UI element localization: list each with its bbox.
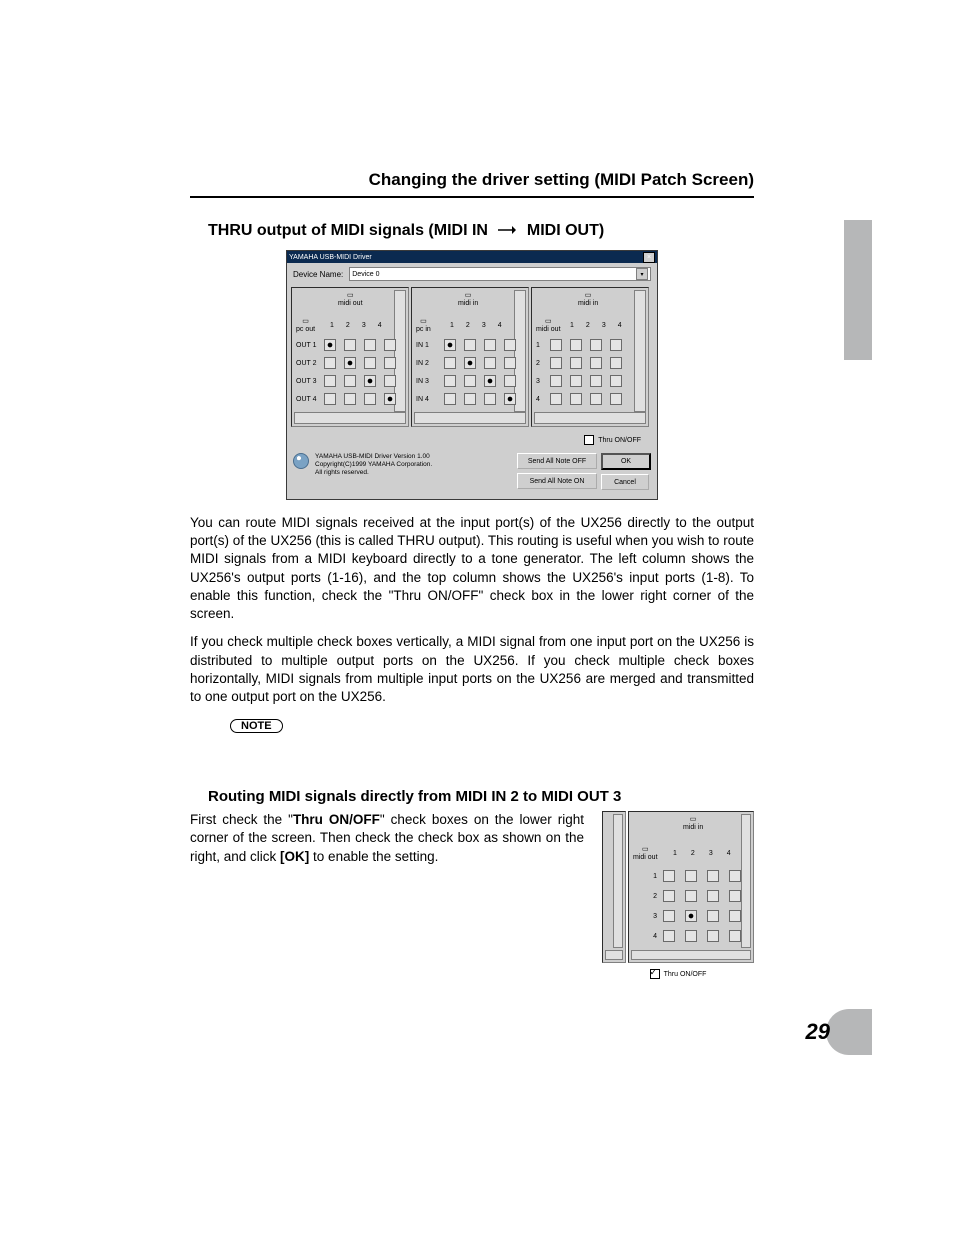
routing-cell[interactable] (729, 890, 741, 902)
pc-in-label: ▭pc in (416, 318, 431, 333)
routing-cell[interactable] (729, 870, 741, 882)
section1-para1: You can route MIDI signals received at t… (190, 514, 754, 623)
scrollbar-horizontal[interactable] (414, 412, 526, 424)
device-name-label: Device Name: (293, 270, 343, 279)
midi-in-label: ▭midi in (578, 292, 598, 307)
midi-out-label: ▭midi out (633, 846, 658, 861)
page-number: 29 (806, 1019, 830, 1045)
thru-checkbox[interactable] (584, 435, 594, 445)
routing-cell[interactable] (729, 930, 741, 942)
routing-cell[interactable] (707, 890, 719, 902)
scrollbar-horizontal[interactable] (631, 950, 751, 960)
dialog-titlebar: YAMAHA USB-MIDI Driver × (287, 251, 657, 263)
scrollbar-vertical[interactable] (741, 814, 751, 948)
mini-thru-checkbox-row[interactable]: Thru ON/OFF (602, 969, 754, 979)
routing-cell[interactable] (685, 910, 697, 922)
routing-cell[interactable] (663, 870, 675, 882)
routing-cell[interactable] (707, 870, 719, 882)
chevron-down-icon[interactable]: ▾ (636, 268, 648, 280)
side-tab (844, 220, 872, 360)
device-name-combo[interactable]: Device 0 ▾ (349, 267, 651, 281)
scrollbar-horizontal[interactable] (294, 412, 406, 424)
ok-button[interactable]: OK (601, 453, 651, 470)
midi-in-label: ▭midi in (458, 292, 478, 307)
thru-checkbox-row[interactable]: Thru ON/OFF (293, 435, 651, 445)
header-rule (190, 196, 754, 198)
close-icon[interactable]: × (643, 252, 655, 263)
version-info: YAMAHA USB-MIDI Driver Version 1.00 Copy… (293, 453, 432, 476)
scrollbar-horizontal[interactable] (605, 950, 623, 960)
section2-subhead: Routing MIDI signals directly from MIDI … (208, 788, 754, 805)
panel-pcin-midiin: ▭midi in ▭pc in 1234 IN 1 IN 2 IN 3 IN 4 (411, 287, 529, 427)
scrollbar-horizontal[interactable] (534, 412, 646, 424)
dialog-title: YAMAHA USB-MIDI Driver (289, 254, 372, 261)
routing-cell[interactable] (729, 910, 741, 922)
arrow-icon (498, 222, 516, 240)
section2-text: First check the "Thru ON/OFF" check boxe… (190, 811, 584, 866)
page-number-tab: 29 (806, 1009, 872, 1055)
header-title: Changing the driver setting (MIDI Patch … (190, 170, 754, 190)
note-badge: NOTE (230, 719, 283, 733)
scrollbar-vertical[interactable] (613, 814, 623, 948)
routing-cell[interactable] (663, 910, 675, 922)
panel-pcout-midiout: ▭midi out ▭pc out 1 2 3 4 OUT 1 OUT 2 OU… (291, 287, 409, 427)
routing-cell[interactable] (685, 890, 697, 902)
cancel-button[interactable]: Cancel (601, 474, 649, 490)
globe-icon (293, 453, 309, 469)
midi-out-label: ▭midi out (536, 318, 561, 333)
panel-thru: ▭midi in ▭midi out 1234 1 2 3 4 (531, 287, 649, 427)
routing-cell[interactable] (685, 930, 697, 942)
routing-cell[interactable] (707, 930, 719, 942)
mini-routing-panel: ▭midi in ▭midi out 1234 1234 Thru ON/OFF (602, 811, 754, 979)
routing-cell[interactable] (707, 910, 719, 922)
midi-out-label: ▭midi out (338, 292, 363, 307)
subhead-post: MIDI OUT) (527, 222, 604, 239)
pc-out-label: ▭pc out (296, 318, 315, 333)
routing-cell[interactable] (663, 930, 675, 942)
subhead-pre: THRU output of MIDI signals (MIDI IN (208, 222, 488, 239)
section1-para2: If you check multiple check boxes vertic… (190, 633, 754, 706)
device-name-value: Device 0 (352, 271, 379, 278)
driver-dialog: YAMAHA USB-MIDI Driver × Device Name: De… (286, 250, 658, 500)
section1-subhead: THRU output of MIDI signals (MIDI IN MID… (208, 222, 754, 240)
midi-in-label: ▭midi in (683, 816, 703, 831)
send-all-note-off-button[interactable]: Send All Note OFF (517, 453, 597, 469)
routing-cell[interactable] (663, 890, 675, 902)
routing-cell[interactable] (685, 870, 697, 882)
mini-thru-checkbox[interactable] (650, 969, 660, 979)
send-all-note-on-button[interactable]: Send All Note ON (517, 473, 597, 489)
